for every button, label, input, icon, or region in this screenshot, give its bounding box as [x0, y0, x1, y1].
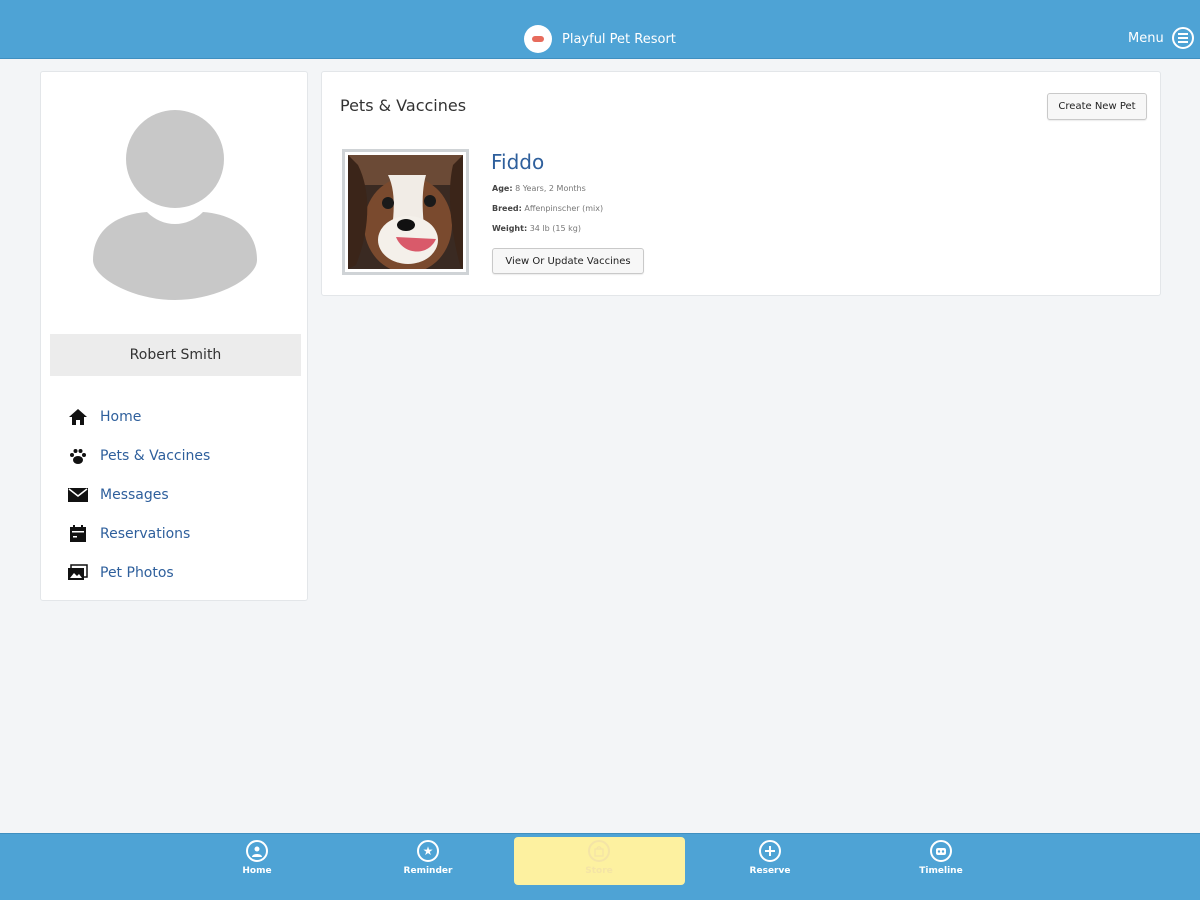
pet-photo[interactable] [342, 149, 469, 275]
photos-icon [66, 561, 90, 585]
hamburger-icon [1171, 27, 1194, 49]
tab-reserve[interactable]: Reserve [720, 840, 820, 884]
create-new-pet-button[interactable]: Create New Pet [1047, 93, 1147, 120]
tab-label: Home [242, 866, 272, 876]
top-bar: Playful Pet Resort Menu [0, 0, 1200, 59]
pet-breed-value: Affenpinscher (mix) [524, 204, 604, 213]
sidebar-item-label: Home [100, 408, 142, 425]
pet-weight: Weight: 34 lb (15 kg) [492, 224, 581, 233]
paw-icon [66, 444, 90, 468]
pets-card: Pets & Vaccines Create New Pet Fiddo Age… [321, 71, 1161, 296]
sidebar-item-reservations[interactable]: Reservations [66, 514, 286, 553]
pet-breed-label: Breed: [492, 204, 522, 213]
pet-age: Age: 8 Years, 2 Months [492, 184, 586, 193]
store-circle-icon [588, 840, 610, 862]
bottom-nav: Home ★ Reminder Store Reserve Timeline [0, 833, 1200, 900]
sidebar-item-home[interactable]: Home [66, 397, 286, 436]
calendar-icon [66, 522, 90, 546]
pet-name[interactable]: Fiddo [491, 150, 544, 174]
pet-weight-value: 34 lb (15 kg) [529, 224, 581, 233]
tab-label: Reserve [749, 866, 791, 876]
sidebar-item-messages[interactable]: Messages [66, 475, 286, 514]
tab-label: Store [585, 866, 613, 876]
plus-circle-icon [759, 840, 781, 862]
avatar-placeholder-icon [93, 110, 257, 300]
tab-reminder[interactable]: ★ Reminder [378, 840, 478, 884]
sidebar-item-pet-photos[interactable]: Pet Photos [66, 553, 286, 592]
brand-logo-icon [524, 25, 552, 53]
app-title: Playful Pet Resort [562, 31, 676, 47]
sidebar-item-label: Pet Photos [100, 564, 174, 581]
menu-label: Menu [1128, 30, 1164, 46]
pet-age-value: 8 Years, 2 Months [515, 184, 586, 193]
tab-label: Timeline [919, 866, 963, 876]
dog-photo-image [348, 155, 463, 273]
pet-weight-label: Weight: [492, 224, 528, 233]
sidebar-item-pets-vaccines[interactable]: Pets & Vaccines [66, 436, 286, 475]
envelope-icon [66, 483, 90, 507]
profile-name: Robert Smith [50, 334, 301, 376]
star-circle-icon: ★ [417, 840, 439, 862]
tab-label: Reminder [403, 866, 453, 876]
pet-age-label: Age: [492, 184, 513, 193]
tab-timeline[interactable]: Timeline [891, 840, 991, 884]
view-update-vaccines-button[interactable]: View Or Update Vaccines [492, 248, 644, 274]
sidebar-item-label: Pets & Vaccines [100, 447, 211, 464]
sidebar-item-label: Messages [100, 486, 169, 503]
home-icon [66, 405, 90, 429]
home-circle-icon [246, 840, 268, 862]
brand[interactable]: Playful Pet Resort [524, 25, 676, 53]
timeline-circle-icon [930, 840, 952, 862]
pet-breed: Breed: Affenpinscher (mix) [492, 204, 603, 213]
tab-home[interactable]: Home [207, 840, 307, 884]
menu-button[interactable]: Menu [1128, 25, 1194, 51]
profile-card: Robert Smith Home Pets & Vaccines Messag… [40, 71, 308, 601]
tab-store[interactable]: Store [549, 840, 649, 884]
page-title: Pets & Vaccines [340, 96, 467, 115]
sidebar-nav: Home Pets & Vaccines Messages Reservatio… [66, 397, 286, 592]
sidebar-item-label: Reservations [100, 525, 191, 542]
